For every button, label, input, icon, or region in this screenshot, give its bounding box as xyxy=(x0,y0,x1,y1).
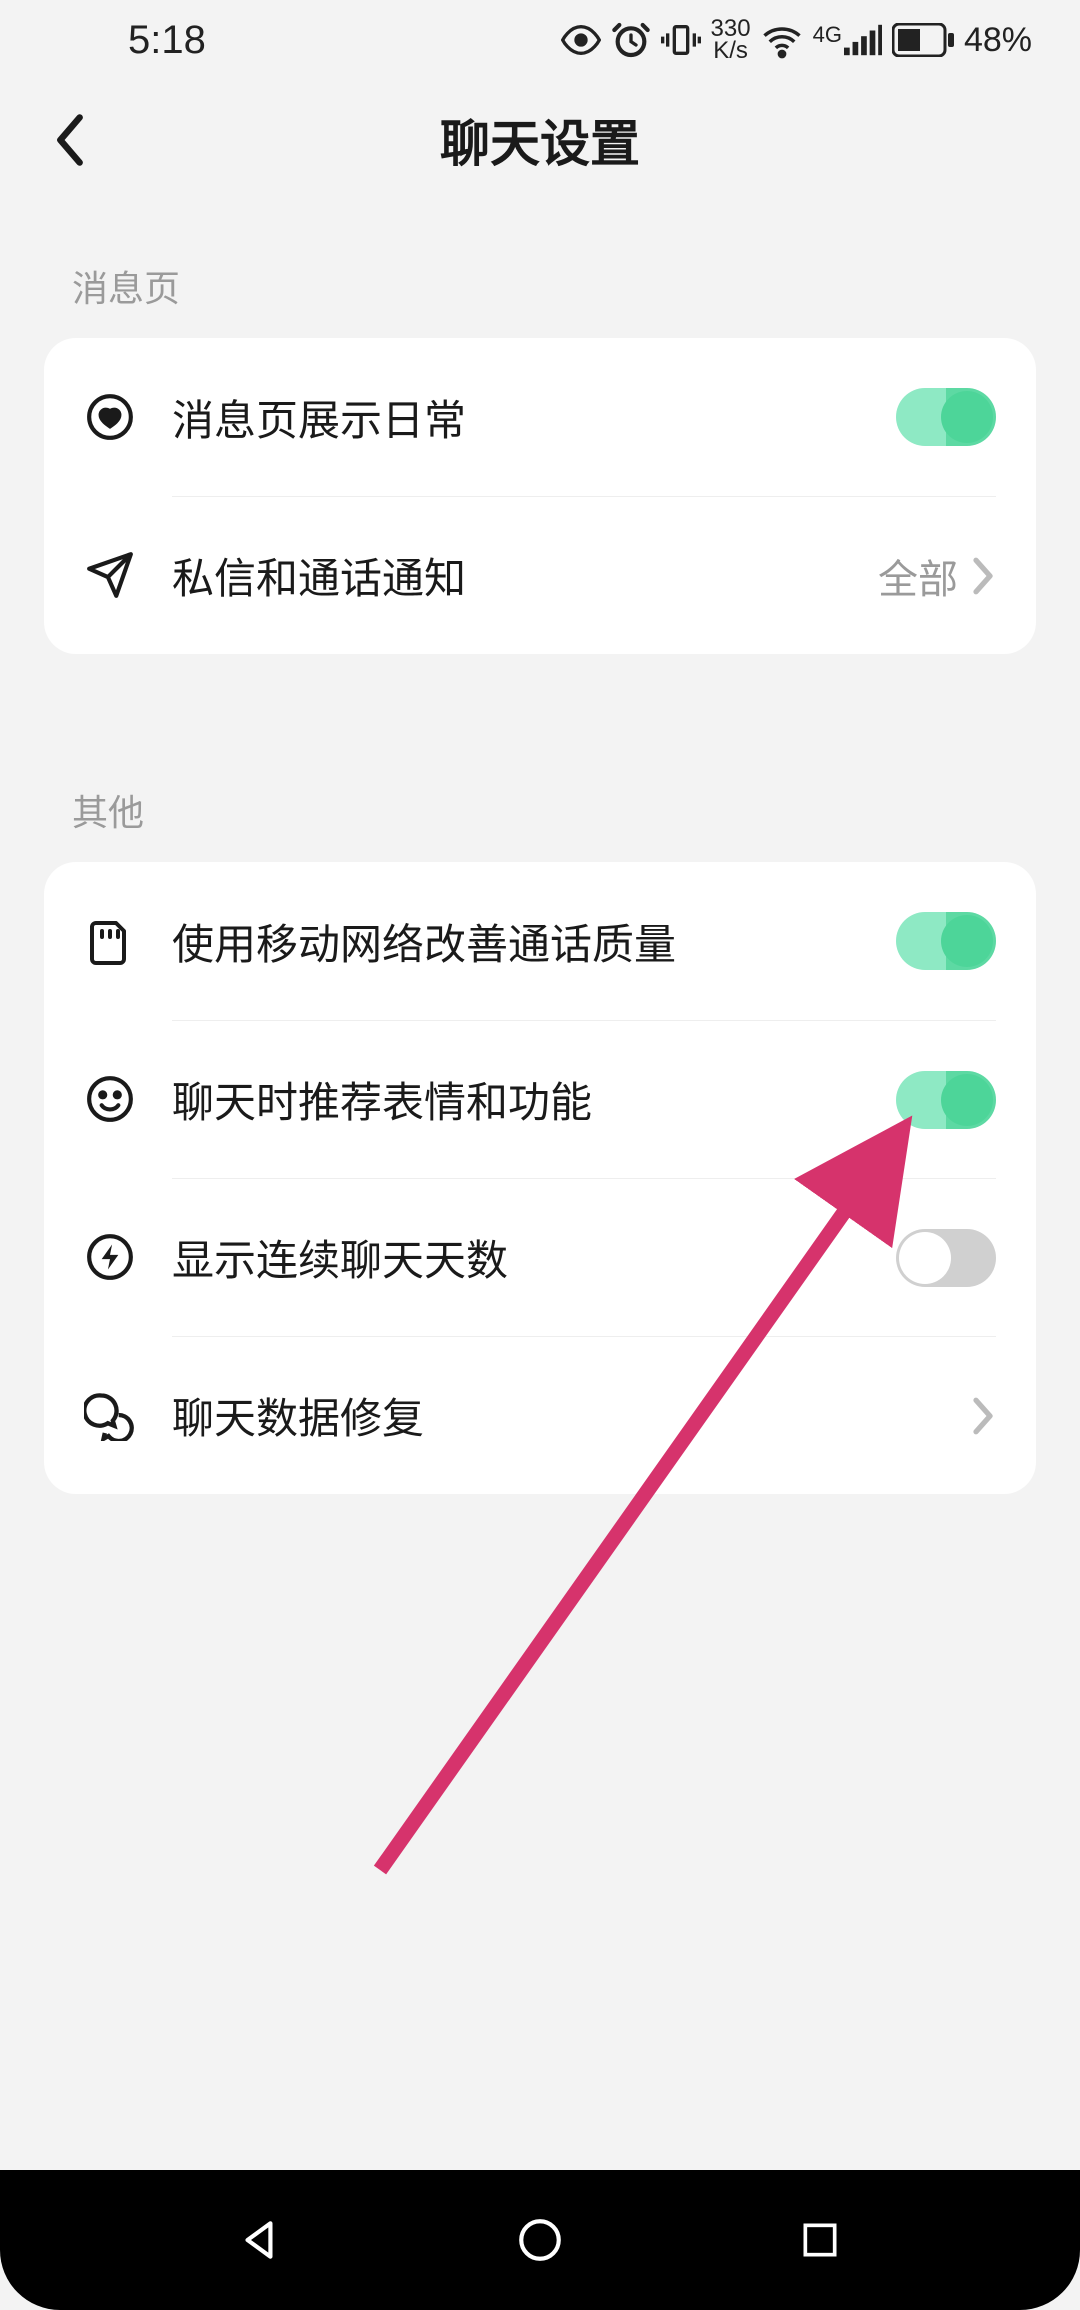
section-header-other: 其他 xyxy=(0,654,1080,862)
battery-icon xyxy=(892,23,954,57)
lightning-circle-icon xyxy=(84,1231,136,1283)
nav-recent[interactable] xyxy=(780,2200,860,2280)
chevron-right-icon xyxy=(970,555,996,597)
row-label: 私信和通话通知 xyxy=(172,545,878,606)
row-label: 消息页展示日常 xyxy=(172,387,896,448)
row-label: 聊天时推荐表情和功能 xyxy=(172,1069,896,1130)
smile-icon xyxy=(84,1073,136,1125)
row-chat-days[interactable]: 显示连续聊天天数 xyxy=(44,1178,1036,1336)
row-label: 显示连续聊天天数 xyxy=(172,1227,896,1288)
sim-icon xyxy=(84,915,136,967)
signal-icon xyxy=(844,24,882,56)
heart-circle-icon xyxy=(84,391,136,443)
card-messages: 消息页展示日常 私信和通话通知 全部 xyxy=(44,338,1036,654)
toggle-recommend-emoji[interactable] xyxy=(896,1071,996,1129)
status-bar: 5:18 330 K/s 4G 48% xyxy=(0,0,1080,80)
toggle-chat-days[interactable] xyxy=(896,1229,996,1287)
wifi-icon xyxy=(761,19,803,61)
eye-icon xyxy=(561,20,601,60)
page-title: 聊天设置 xyxy=(440,104,640,176)
row-value: 全部 xyxy=(878,547,958,605)
card-other: 使用移动网络改善通话质量 聊天时推荐表情和功能 显示连续聊天天数 聊天数据修复 xyxy=(44,862,1036,1494)
row-repair-data[interactable]: 聊天数据修复 xyxy=(44,1336,1036,1494)
nav-back[interactable] xyxy=(220,2200,300,2280)
nav-home[interactable] xyxy=(500,2200,580,2280)
network-speed: 330 K/s xyxy=(711,18,751,61)
send-icon xyxy=(84,549,136,601)
toggle-show-daily[interactable] xyxy=(896,388,996,446)
back-button[interactable] xyxy=(40,110,100,170)
chevron-left-icon xyxy=(50,111,90,169)
chevron-right-icon xyxy=(970,1395,996,1437)
row-show-daily[interactable]: 消息页展示日常 xyxy=(44,338,1036,496)
row-mobile-network[interactable]: 使用移动网络改善通话质量 xyxy=(44,862,1036,1020)
section-header-messages: 消息页 xyxy=(0,200,1080,338)
toggle-mobile-network[interactable] xyxy=(896,912,996,970)
chat-bubbles-icon xyxy=(84,1389,136,1441)
alarm-icon xyxy=(611,20,651,60)
row-label: 聊天数据修复 xyxy=(172,1385,970,1446)
header: 聊天设置 xyxy=(0,80,1080,200)
vibrate-icon xyxy=(661,20,701,60)
row-recommend-emoji[interactable]: 聊天时推荐表情和功能 xyxy=(44,1020,1036,1178)
status-time: 5:18 xyxy=(128,18,206,63)
row-label: 使用移动网络改善通话质量 xyxy=(172,911,896,972)
battery-percent: 48% xyxy=(964,21,1032,60)
android-nav-bar xyxy=(0,2170,1080,2310)
status-icons: 330 K/s 4G 48% xyxy=(561,18,1032,61)
row-dm-notifications[interactable]: 私信和通话通知 全部 xyxy=(44,496,1036,654)
